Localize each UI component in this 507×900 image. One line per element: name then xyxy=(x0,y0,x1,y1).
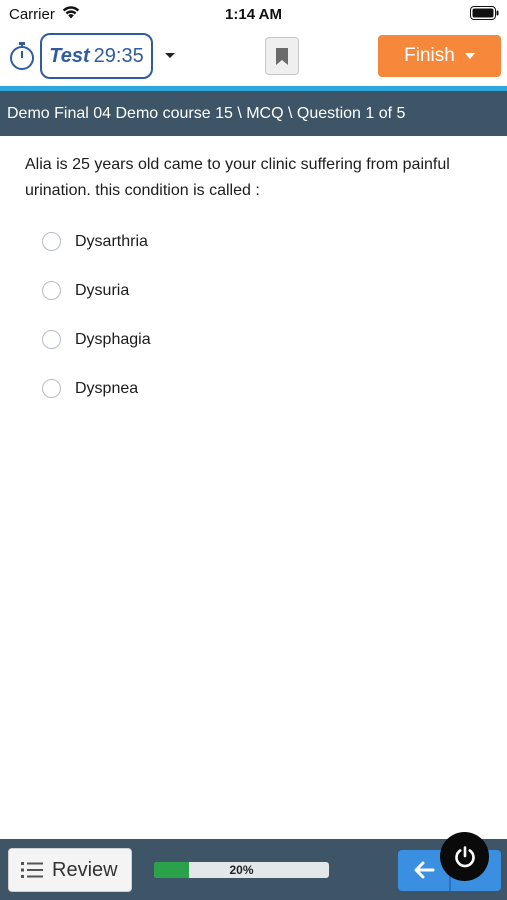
radio-button[interactable] xyxy=(42,232,61,251)
caret-down-icon[interactable] xyxy=(163,48,177,62)
timer-mode-label: Test xyxy=(49,44,90,67)
toolbar: Test 29:35 Finish xyxy=(0,28,507,86)
progress-text: 20% xyxy=(229,863,254,877)
option-label: Dyspnea xyxy=(75,379,139,397)
battery-icon xyxy=(470,6,499,20)
bookmark-icon xyxy=(276,47,288,65)
breadcrumb-text: Demo Final 04 Demo course 15 \ MCQ \ Que… xyxy=(7,104,406,122)
answer-option[interactable]: Dysphagia xyxy=(42,315,442,364)
caret-down-icon xyxy=(464,53,475,59)
timer-value: 29:35 xyxy=(93,44,144,67)
answer-options: Dysarthria Dysuria Dysphagia Dyspnea xyxy=(42,217,442,413)
answer-option[interactable]: Dysuria xyxy=(42,266,442,315)
finish-button[interactable]: Finish xyxy=(378,35,501,77)
quiz-screen: Carrier 1:14 AM Test 29:35 Finish Demo F… xyxy=(0,0,507,900)
breadcrumb: Demo Final 04 Demo course 15 \ MCQ \ Que… xyxy=(0,91,507,136)
status-bar: Carrier 1:14 AM xyxy=(0,0,507,28)
timer-display[interactable]: Test 29:35 xyxy=(40,33,153,79)
option-label: Dysuria xyxy=(75,281,130,299)
power-button[interactable] xyxy=(440,832,489,881)
finish-label: Finish xyxy=(404,45,455,66)
option-label: Dysphagia xyxy=(75,330,151,348)
review-label: Review xyxy=(52,858,118,881)
timer-icon xyxy=(10,42,34,70)
power-icon xyxy=(454,845,475,867)
answer-option[interactable]: Dysarthria xyxy=(42,217,442,266)
list-icon xyxy=(21,862,43,878)
status-time: 1:14 AM xyxy=(225,6,282,23)
progress-bar: 20% xyxy=(154,862,329,878)
bottom-bar: Review 20% xyxy=(0,839,507,900)
review-button[interactable]: Review xyxy=(8,848,132,892)
bookmark-button[interactable] xyxy=(265,37,299,75)
radio-button[interactable] xyxy=(42,281,61,300)
option-label: Dysarthria xyxy=(75,232,148,250)
back-arrow-icon xyxy=(414,861,435,879)
radio-button[interactable] xyxy=(42,379,61,398)
question-text: Alia is 25 years old came to your clinic… xyxy=(25,156,450,199)
radio-button[interactable] xyxy=(42,330,61,349)
answer-option[interactable]: Dyspnea xyxy=(42,364,442,413)
